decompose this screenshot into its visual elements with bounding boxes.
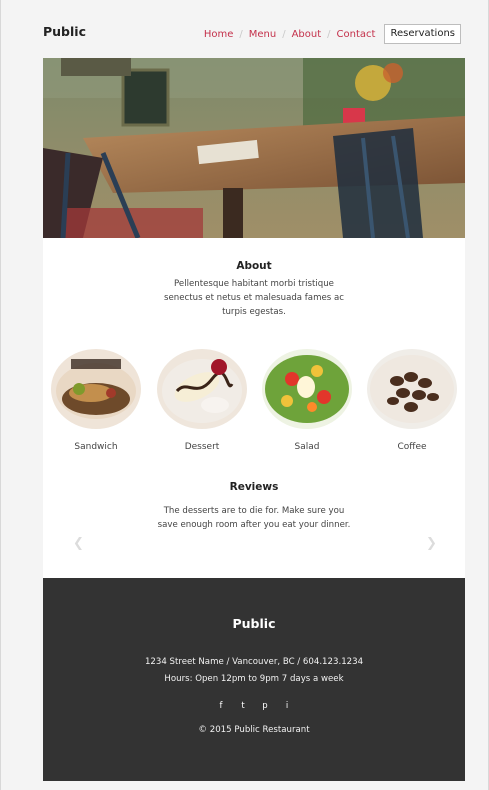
food-label-coffee: Coffee	[397, 442, 427, 452]
review-text: The desserts are to die for. Make sure y…	[157, 506, 351, 530]
food-label-sandwich: Sandwich	[74, 442, 118, 452]
page: Public Home / Menu / About / Contact Res…	[0, 0, 489, 790]
reviews-title: Reviews	[229, 481, 279, 493]
nav-contact[interactable]: Contact	[337, 29, 376, 40]
about-title: About	[236, 260, 272, 272]
food-label-dessert: Dessert	[184, 442, 220, 452]
coffee-image[interactable]	[367, 349, 457, 429]
dessert-image[interactable]	[157, 349, 247, 429]
nav-separator: /	[282, 28, 286, 40]
chevron-right-icon[interactable]: ❯	[426, 537, 437, 550]
site-logo[interactable]: Public	[43, 24, 86, 39]
footer-brand: Public	[232, 616, 276, 631]
main-content: About Pellentesque habitant morbi tristi…	[43, 238, 465, 578]
footer-hours: Hours: Open 12pm to 9pm 7 days a week	[164, 674, 344, 684]
main-nav: Home / Menu / About / Contact Reservatio…	[204, 24, 461, 44]
footer: Public 1234 Street Name / Vancouver, BC …	[43, 578, 465, 781]
instagram-icon[interactable]: i	[282, 701, 292, 711]
nav-about[interactable]: About	[292, 29, 322, 40]
pinterest-icon[interactable]: p	[260, 701, 270, 711]
about-text: Pellentesque habitant morbi tristique se…	[164, 279, 344, 317]
nav-menu[interactable]: Menu	[249, 29, 276, 40]
footer-copyright: © 2015 Public Restaurant	[198, 725, 310, 735]
footer-address: 1234 Street Name / Vancouver, BC / 604.1…	[144, 657, 364, 667]
food-label-salad: Salad	[294, 442, 320, 452]
sandwich-image[interactable]	[51, 349, 141, 429]
reservations-button[interactable]: Reservations	[384, 24, 461, 44]
twitter-icon[interactable]: t	[238, 701, 248, 711]
salad-image[interactable]	[262, 349, 352, 429]
nav-home[interactable]: Home	[204, 29, 234, 40]
hero-image	[43, 58, 465, 238]
social-links: f t p i	[43, 701, 465, 711]
facebook-icon[interactable]: f	[216, 701, 226, 711]
nav-separator: /	[327, 28, 331, 40]
chevron-left-icon[interactable]: ❮	[73, 537, 84, 550]
nav-separator: /	[239, 28, 243, 40]
